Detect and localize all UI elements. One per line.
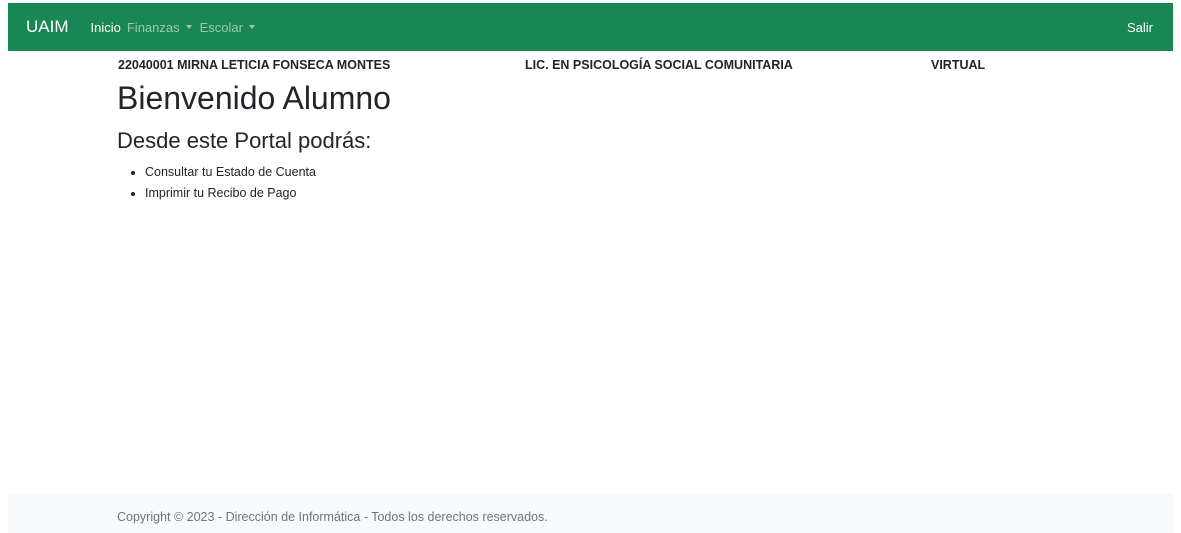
nav-inicio[interactable]: Inicio [91,20,121,35]
student-id-name: 22040001 MIRNA LETICIA FONSECA MONTES [118,58,391,72]
student-info-row: 22040001 MIRNA LETICIA FONSECA MONTES LI… [118,58,1118,76]
student-career: LIC. EN PSICOLOGÍA SOCIAL COMUNITARIA [525,58,793,72]
list-item: Consultar tu Estado de Cuenta [145,162,316,183]
features-list: Consultar tu Estado de Cuenta Imprimir t… [128,162,316,204]
footer: Copyright © 2023 - Dirección de Informát… [8,494,1173,533]
caret-down-icon [248,25,255,29]
student-modality: VIRTUAL [931,58,986,72]
brand-link[interactable]: UAIM [26,17,69,37]
list-item: Imprimir tu Recibo de Pago [145,183,316,204]
logout-link[interactable]: Salir [1127,20,1153,35]
copyright-text: Copyright © 2023 - Dirección de Informát… [117,510,548,524]
nav-escolar-label: Escolar [199,19,243,35]
portal-subtitle: Desde este Portal podrás: [117,128,372,153]
nav-escolar-dropdown[interactable]: Escolar [200,20,255,35]
nav-finanzas-dropdown[interactable]: Finanzas [127,20,192,35]
welcome-heading: Bienvenido Alumno [117,80,391,116]
caret-down-icon [185,25,192,29]
top-navbar: UAIM Inicio Finanzas Escolar Salir [8,3,1173,51]
nav-finanzas-label: Finanzas [126,19,180,35]
page: UAIM Inicio Finanzas Escolar Salir 22040… [0,0,1181,533]
